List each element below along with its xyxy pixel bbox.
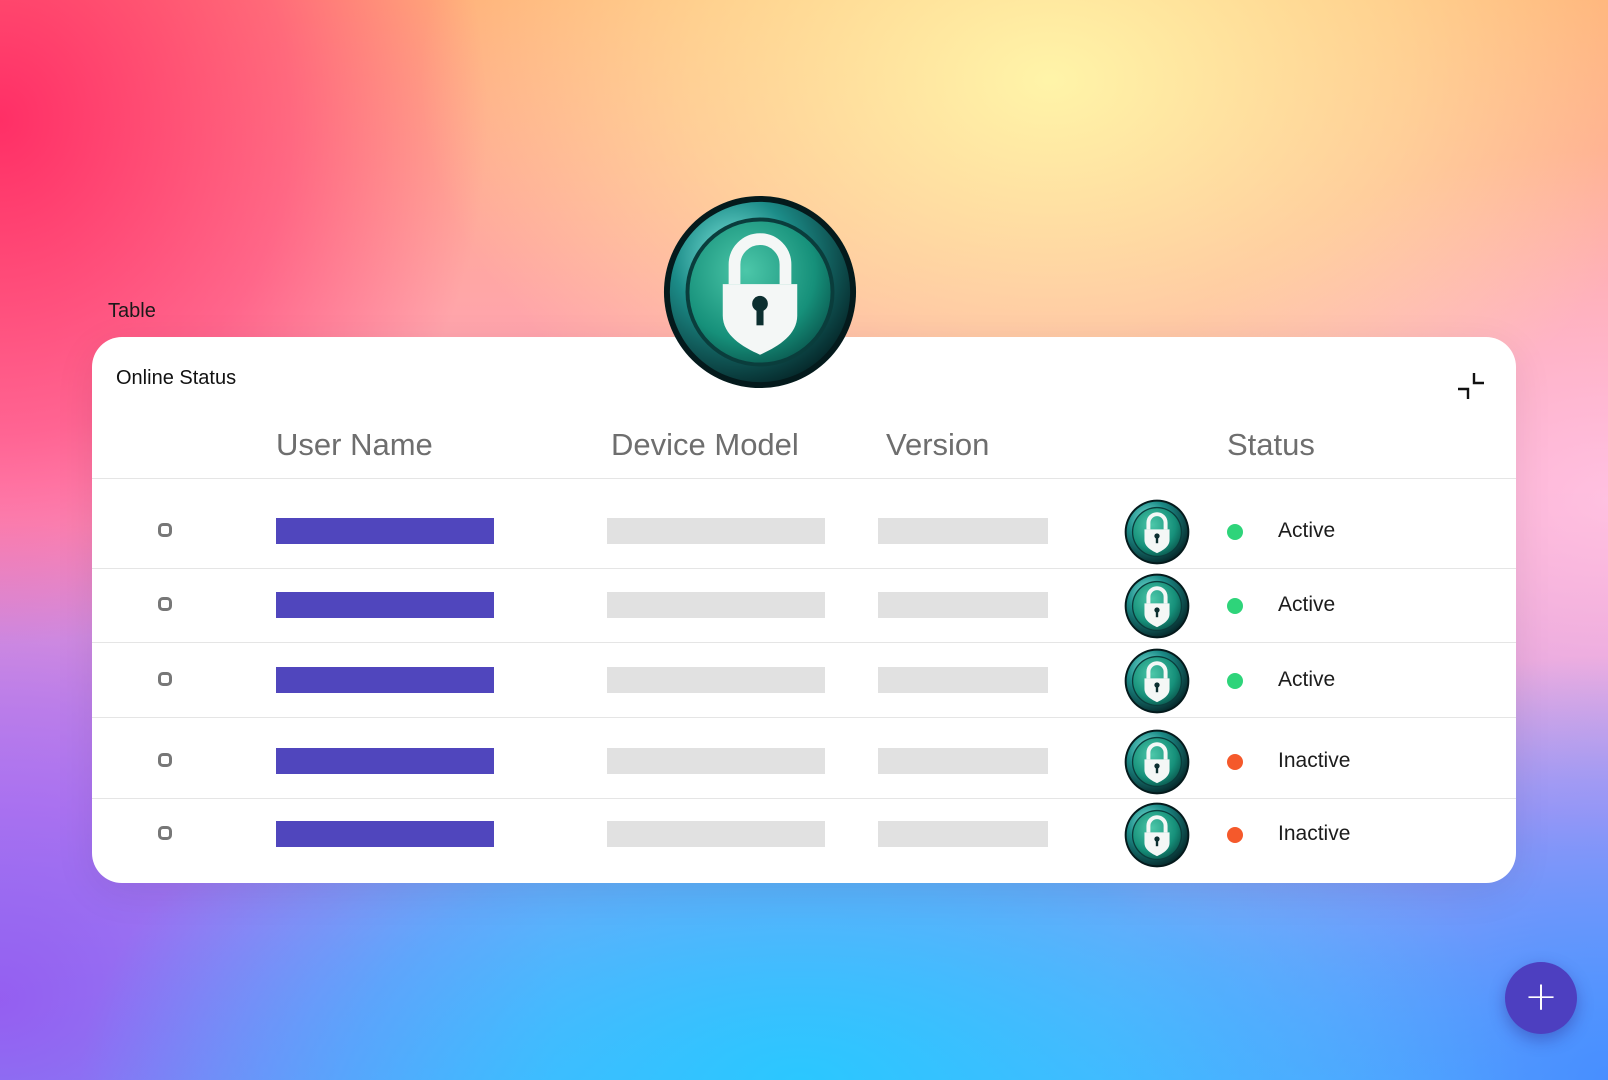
device-model-placeholder [607,821,825,847]
row-checkbox[interactable] [158,672,172,686]
lock-icon [1124,499,1190,565]
status-label: Active [1278,593,1336,616]
table-row[interactable]: Inactive [92,723,1516,799]
row-checkbox[interactable] [158,597,172,611]
column-header-version[interactable]: Version [886,427,989,463]
online-status-card: Online Status User Name Device Model Ver… [92,337,1516,883]
lock-icon [662,194,858,390]
table-row[interactable]: Inactive [92,796,1516,872]
add-button[interactable]: + [1505,962,1577,1034]
table-row[interactable]: Active [92,493,1516,569]
version-placeholder [878,518,1048,544]
status-label: Active [1278,519,1336,542]
status-label: Active [1278,668,1336,691]
status-dot [1227,673,1243,689]
user-name-placeholder[interactable] [276,592,494,618]
table-row[interactable]: Active [92,567,1516,643]
user-name-placeholder[interactable] [276,821,494,847]
lock-icon [1124,729,1190,795]
column-header-user-name[interactable]: User Name [276,427,433,463]
status-dot [1227,754,1243,770]
collapse-icon[interactable] [1454,369,1488,403]
status-dot [1227,524,1243,540]
version-placeholder [878,748,1048,774]
status-label: Inactive [1278,749,1351,772]
column-header-device-model[interactable]: Device Model [611,427,799,463]
section-label: Table [108,300,156,322]
row-checkbox[interactable] [158,523,172,537]
version-placeholder [878,592,1048,618]
card-title: Online Status [116,367,237,389]
column-header-status[interactable]: Status [1227,427,1315,463]
status-dot [1227,827,1243,843]
device-model-placeholder [607,667,825,693]
device-model-placeholder [607,748,825,774]
status-dot [1227,598,1243,614]
lock-icon [1124,802,1190,868]
row-checkbox[interactable] [158,826,172,840]
user-name-placeholder[interactable] [276,518,494,544]
table-row[interactable]: Active [92,642,1516,718]
version-placeholder [878,821,1048,847]
user-name-placeholder[interactable] [276,667,494,693]
header-divider [92,478,1516,479]
device-model-placeholder [607,592,825,618]
table-header: User Name Device Model Version Status [92,427,1516,480]
lock-icon [1124,573,1190,639]
user-name-placeholder[interactable] [276,748,494,774]
row-checkbox[interactable] [158,753,172,767]
device-model-placeholder [607,518,825,544]
version-placeholder [878,667,1048,693]
lock-icon [1124,648,1190,714]
status-label: Inactive [1278,822,1351,845]
